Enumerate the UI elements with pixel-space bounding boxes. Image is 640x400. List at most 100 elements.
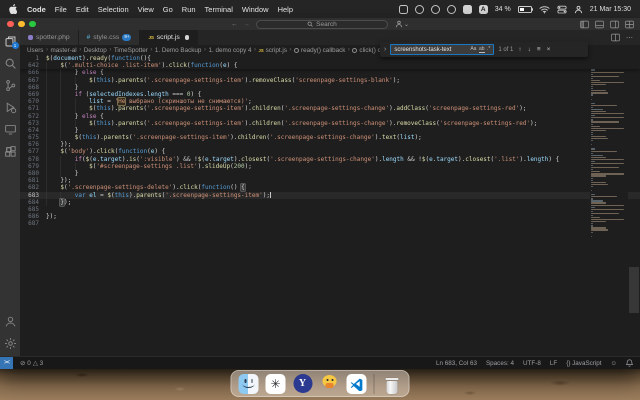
line-number: 667 [28, 76, 39, 84]
cyberduck-dock-icon[interactable] [320, 374, 340, 394]
yandex-dock-icon[interactable]: Y [293, 374, 313, 394]
editor-scrollbar[interactable] [628, 55, 640, 356]
breadcrumb-separator: › [289, 47, 292, 53]
sticky-scroll-line: 642 $('.multi-choice .list-item').click(f… [20, 62, 640, 69]
find-next-icon[interactable]: ↓ [527, 46, 532, 53]
code-line: 680} [20, 170, 640, 177]
breadcrumb-item[interactable]: 1. Demo Backup [155, 47, 202, 54]
wifi-icon[interactable] [539, 5, 550, 14]
explorer-icon[interactable]: 1 [0, 30, 20, 52]
match-case-icon[interactable]: Aa [470, 46, 476, 53]
customize-layout-icon[interactable] [625, 20, 634, 29]
nav-forward-icon[interactable]: → [243, 21, 250, 28]
code-line: 683 var el = $(this).parents('.screenpage… [20, 191, 640, 199]
status-app-icon-3[interactable] [430, 4, 440, 14]
breadcrumb-item[interactable]: 1. demo copy 4 [208, 47, 251, 54]
tab-spotter.php[interactable]: spotter.php [20, 30, 79, 45]
errors-count: 0 [27, 359, 31, 367]
whole-word-icon[interactable]: ab [478, 46, 485, 53]
nav-back-icon[interactable]: ← [231, 21, 238, 28]
minimap[interactable] [590, 55, 628, 356]
line-number: 1 [35, 55, 39, 62]
toggle-primary-sidebar-icon[interactable] [580, 20, 589, 29]
menu-item-edit[interactable]: Edit [76, 5, 89, 14]
indentation-setting[interactable]: Spaces: 4 [486, 360, 514, 367]
menu-item-code[interactable]: Code [27, 5, 46, 14]
command-center-search[interactable]: Search [255, 19, 388, 29]
status-app-icon-2[interactable] [414, 4, 424, 14]
source-control-icon[interactable] [0, 74, 20, 96]
language-mode[interactable]: {} JavaScript [566, 360, 601, 367]
status-app-icon-1[interactable] [398, 4, 408, 14]
regex-icon[interactable]: .* [487, 46, 490, 53]
menu-item-help[interactable]: Help [278, 5, 293, 14]
editor-actions-more-icon[interactable]: ⋯ [626, 34, 633, 42]
eol-setting[interactable]: LF [550, 360, 557, 367]
breadcrumb-item[interactable]: master-al [50, 47, 76, 54]
breadcrumb-item[interactable]: JS script.js [259, 47, 287, 54]
zoom-window-button[interactable] [29, 20, 36, 27]
find-input[interactable]: screenshots-task-text Aa ab .* [390, 44, 495, 55]
code-line: 682 $('.screenpage-settings-delete').clic… [20, 184, 640, 192]
dirty-indicator-dot[interactable] [184, 35, 190, 40]
menu-item-terminal[interactable]: Terminal [205, 5, 233, 14]
toggle-panel-icon[interactable] [595, 20, 604, 29]
find-in-selection-icon[interactable]: ≡ [536, 46, 542, 53]
menu-item-file[interactable]: File [55, 5, 67, 14]
menu-item-window[interactable]: Window [242, 5, 269, 14]
problems-indicator[interactable]: ⊘ 0 △ 3 [20, 360, 43, 367]
tab-label: spotter.php [36, 34, 70, 41]
tab-label: script.js [156, 34, 180, 41]
feedback-smiley-icon[interactable]: ☺ [611, 360, 617, 367]
breadcrumb-label: master-al [50, 46, 77, 54]
minimize-window-button[interactable] [18, 20, 25, 27]
breadcrumb-item[interactable]: Users [27, 47, 43, 54]
encoding-setting[interactable]: UTF-8 [523, 360, 541, 367]
vscode-dock-icon[interactable] [346, 373, 367, 394]
tab-style.css[interactable]: # style.css 9+ [78, 30, 141, 45]
menu-item-run[interactable]: Run [182, 5, 196, 14]
search-view-icon[interactable] [0, 52, 20, 74]
notifications-bell-icon[interactable] [626, 359, 633, 367]
toggle-secondary-sidebar-icon[interactable] [610, 20, 619, 29]
split-editor-icon[interactable] [611, 33, 620, 42]
scrollbar-thumb[interactable] [629, 267, 639, 313]
chatgpt-dock-icon[interactable]: ✳ [265, 373, 286, 394]
settings-gear-icon[interactable] [0, 332, 20, 354]
breadcrumb-item[interactable]: ready() callback [293, 47, 345, 54]
apple-logo-icon[interactable] [9, 4, 17, 14]
close-window-button[interactable] [7, 20, 14, 27]
find-collapse-icon[interactable]: › [384, 46, 386, 53]
status-app-icon-4[interactable] [446, 4, 456, 14]
vscode-titlebar[interactable]: ← → Search ⌄ [0, 18, 640, 30]
line-number: 678 [28, 155, 39, 163]
breadcrumb-item[interactable]: TimeSpotter [114, 47, 148, 54]
remote-explorer-icon[interactable] [0, 118, 20, 140]
menu-item-selection[interactable]: Selection [98, 5, 129, 14]
run-debug-icon[interactable] [0, 96, 20, 118]
line-number: 681 [28, 177, 39, 185]
accounts-icon[interactable] [0, 310, 20, 332]
line-number: 685 [28, 205, 39, 213]
cursor-position[interactable]: Ln 683, Col 63 [436, 360, 477, 367]
menu-item-go[interactable]: Go [163, 5, 173, 14]
code-editor[interactable]: 1 $(document).ready(function(){642 $('.mul… [20, 55, 640, 356]
code-line: 675 $(this).parents('.screenpage-settings… [20, 134, 640, 141]
status-app-icon-5[interactable] [462, 4, 472, 14]
extensions-icon[interactable] [0, 140, 20, 162]
find-previous-icon[interactable]: ↑ [517, 46, 522, 53]
control-center-icon[interactable] [557, 5, 567, 14]
breadcrumb-item[interactable]: Desktop [84, 47, 107, 54]
account-icon[interactable]: ⌄ [395, 20, 409, 28]
tab-script.js[interactable]: JS script.js [140, 30, 199, 45]
user-icon[interactable] [574, 5, 583, 14]
remote-indicator[interactable]: >< [0, 357, 14, 369]
menubar-clock[interactable]: 21 Mar 15:30 [590, 6, 631, 13]
input-source-icon[interactable]: A [478, 4, 488, 14]
trash-dock-icon[interactable] [382, 374, 402, 394]
find-close-icon[interactable]: × [546, 46, 552, 53]
finder-dock-icon[interactable] [238, 373, 259, 394]
menu-item-view[interactable]: View [138, 5, 154, 14]
breadcrumb-label: Desktop [83, 46, 107, 54]
battery-icon[interactable] [517, 5, 534, 13]
